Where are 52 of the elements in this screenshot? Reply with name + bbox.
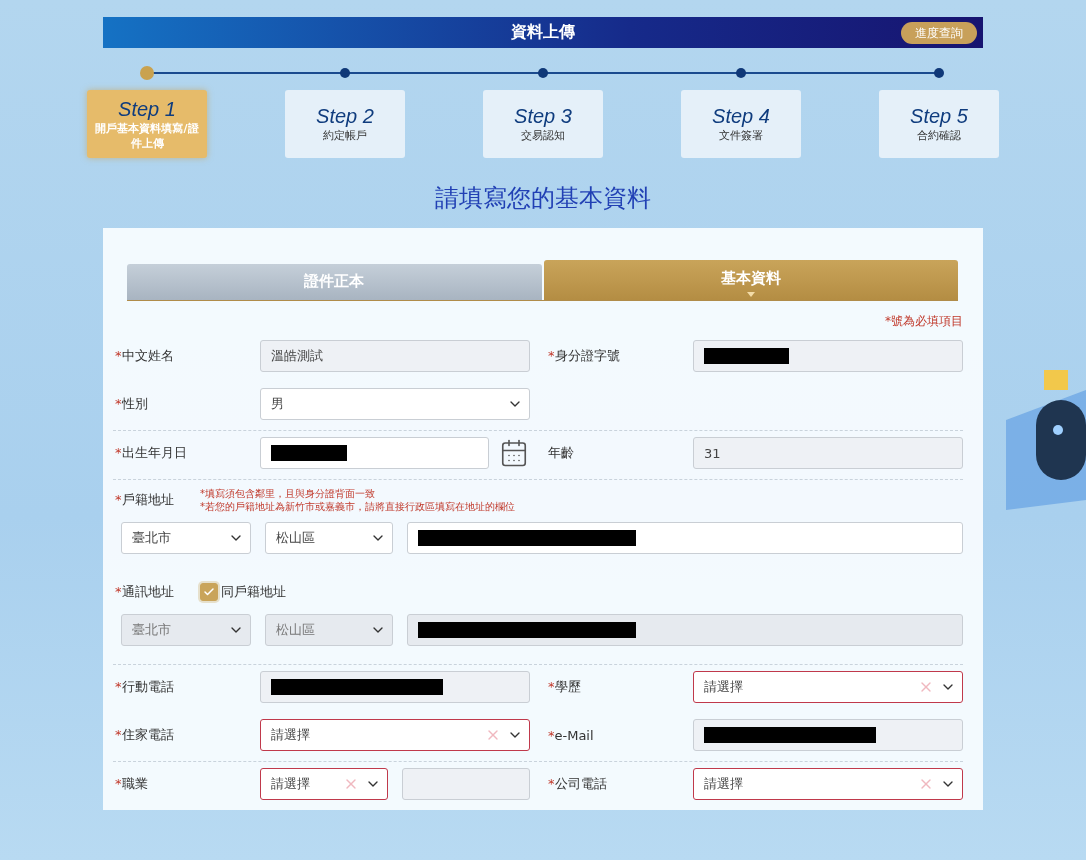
page-heading: 請填寫您的基本資料 [435,183,651,214]
hint-text: *填寫須包含鄰里，且與身分證背面一致 [200,487,376,500]
step-label: 開戶基本資料填寫/證件上傳 [94,120,200,151]
input-field[interactable] [402,768,530,800]
step-card[interactable]: Step 4 文件簽署 [681,90,801,158]
check-icon [203,586,215,598]
input-field[interactable]: 溫皓測試 [260,340,530,372]
required-note: *號為必填項目 [884,313,963,330]
field-label: *學歷 [547,678,582,696]
input-field[interactable] [260,437,489,469]
step-number: Step 2 [316,105,374,128]
input-field[interactable] [407,522,963,554]
select-field[interactable]: 請選擇 [693,768,963,800]
field-label: *住家電話 [114,726,175,744]
select-field[interactable]: 松山區 [265,522,393,554]
step-label: 約定帳戶 [322,128,368,143]
field-label: *e-Mail [547,727,595,743]
field-label: *通訊地址 [114,583,175,601]
field-label: *中文姓名 [114,347,175,365]
field-label: *行動電話 [114,678,175,696]
step-card[interactable]: Step 5 合約確認 [879,90,999,158]
header-title: 資料上傳 [511,22,575,43]
step-card[interactable]: Step 3 交易認知 [483,90,603,158]
step-label: 交易認知 [520,128,566,143]
step-card[interactable]: Step 1 開戶基本資料填寫/證件上傳 [87,90,207,158]
field-label: *身分證字號 [547,347,621,365]
select-field[interactable]: 臺北市 [121,522,251,554]
step-number: Step 5 [910,105,968,128]
field-label: *職業 [114,775,149,793]
select-field[interactable]: 請選擇 [693,671,963,703]
input-field[interactable] [260,671,530,703]
field-label: *出生年月日 [114,444,188,462]
caret-icon [746,292,755,297]
step-number: Step 3 [514,105,572,128]
select-field[interactable]: 男 [260,388,530,420]
field-label: *性別 [114,395,149,413]
select-field[interactable]: 請選擇 [260,719,530,751]
step-label: 文件簽署 [718,128,764,143]
step-label: 合約確認 [916,128,962,143]
input-field[interactable]: 31 [693,437,963,469]
input-field[interactable] [693,340,963,372]
field-label: *公司電話 [547,775,608,793]
step-number: Step 1 [118,97,176,121]
field-label: 年齡 [547,444,575,462]
input-field[interactable] [693,719,963,751]
checkbox-label: 同戶籍地址 [221,583,286,601]
step-card[interactable]: Step 2 約定帳戶 [285,90,405,158]
calendar-icon[interactable] [499,438,529,468]
field-label: *戶籍地址 [114,491,175,509]
hint-text: *若您的戶籍地址為新竹市或嘉義市，請將直接行政區填寫在地址的欄位 [200,500,515,513]
select-field[interactable]: 請選擇 [260,768,388,800]
step-number: Step 4 [712,105,770,128]
